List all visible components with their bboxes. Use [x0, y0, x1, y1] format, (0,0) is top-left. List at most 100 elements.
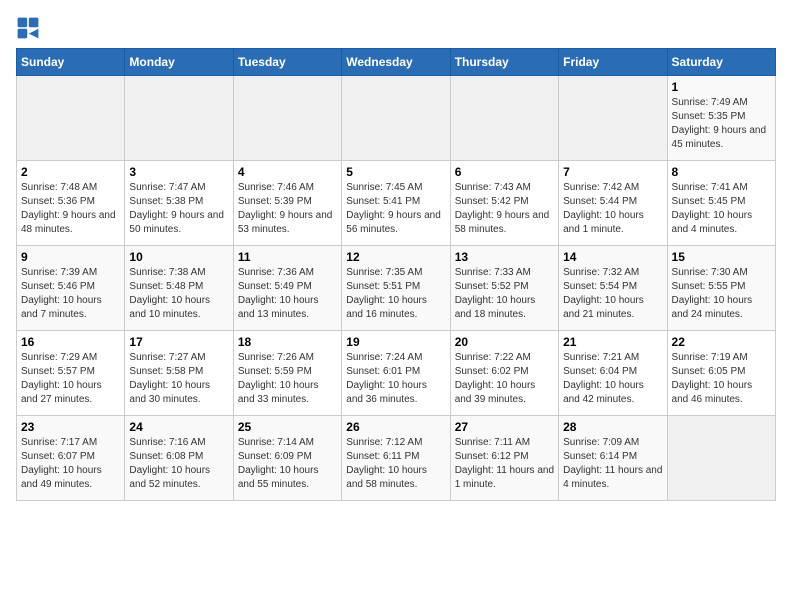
calendar-cell: 27 Sunrise: 7:11 AM Sunset: 6:12 PM Dayli… [450, 416, 558, 501]
day-number: 2 [21, 165, 120, 179]
day-number: 8 [672, 165, 771, 179]
day-number: 28 [563, 420, 662, 434]
day-number: 27 [455, 420, 554, 434]
day-of-week-header: Sunday [17, 49, 125, 76]
calendar-cell: 5 Sunrise: 7:45 AM Sunset: 5:41 PM Daylig… [342, 161, 450, 246]
day-info: Sunrise: 7:38 AM Sunset: 5:48 PM Dayligh… [129, 266, 228, 322]
logo [16, 16, 44, 40]
calendar-cell: 4 Sunrise: 7:46 AM Sunset: 5:39 PM Daylig… [233, 161, 341, 246]
day-number: 20 [455, 335, 554, 349]
calendar-cell: 1Sunrise: 7:49 AM Sunset: 5:35 PM Daylig… [667, 76, 775, 161]
calendar-cell: 12Sunrise: 7:35 AM Sunset: 5:51 PM Dayli… [342, 246, 450, 331]
day-info: Sunrise: 7:19 AM Sunset: 6:05 PM Dayligh… [672, 351, 771, 407]
day-info: Sunrise: 7:46 AM Sunset: 5:39 PM Dayligh… [238, 181, 337, 237]
day-info: Sunrise: 7:41 AM Sunset: 5:45 PM Dayligh… [672, 181, 771, 237]
day-info: Sunrise: 7:36 AM Sunset: 5:49 PM Dayligh… [238, 266, 337, 322]
calendar-week-row: 9 Sunrise: 7:39 AM Sunset: 5:46 PM Daylig… [17, 246, 776, 331]
calendar-cell: 25 Sunrise: 7:14 AM Sunset: 6:09 PM Dayli… [233, 416, 341, 501]
day-number: 15 [672, 250, 771, 264]
day-number: 11 [238, 250, 337, 264]
day-number: 10 [129, 250, 228, 264]
calendar-cell: 21Sunrise: 7:21 AM Sunset: 6:04 PM Dayli… [559, 331, 667, 416]
day-info: Sunrise: 7:39 AM Sunset: 5:46 PM Dayligh… [21, 266, 120, 322]
calendar-cell: 20 Sunrise: 7:22 AM Sunset: 6:02 PM Dayli… [450, 331, 558, 416]
calendar-cell: 11 Sunrise: 7:36 AM Sunset: 5:49 PM Dayli… [233, 246, 341, 331]
day-of-week-header: Tuesday [233, 49, 341, 76]
calendar-table: SundayMondayTuesdayWednesdayThursdayFrid… [16, 48, 776, 501]
calendar-cell: 18Sunrise: 7:26 AM Sunset: 5:59 PM Dayli… [233, 331, 341, 416]
day-info: Sunrise: 7:22 AM Sunset: 6:02 PM Dayligh… [455, 351, 554, 407]
calendar-cell [559, 76, 667, 161]
calendar-cell: 3 Sunrise: 7:47 AM Sunset: 5:38 PM Daylig… [125, 161, 233, 246]
calendar-cell: 28 Sunrise: 7:09 AM Sunset: 6:14 PM Dayli… [559, 416, 667, 501]
calendar-cell: 7 Sunrise: 7:42 AM Sunset: 5:44 PM Daylig… [559, 161, 667, 246]
calendar-week-row: 1Sunrise: 7:49 AM Sunset: 5:35 PM Daylig… [17, 76, 776, 161]
calendar-cell [342, 76, 450, 161]
day-number: 22 [672, 335, 771, 349]
calendar-cell: 2 Sunrise: 7:48 AM Sunset: 5:36 PM Daylig… [17, 161, 125, 246]
day-info: Sunrise: 7:21 AM Sunset: 6:04 PM Dayligh… [563, 351, 662, 407]
calendar-cell: 15 Sunrise: 7:30 AM Sunset: 5:55 PM Dayli… [667, 246, 775, 331]
calendar-cell: 16 Sunrise: 7:29 AM Sunset: 5:57 PM Dayli… [17, 331, 125, 416]
day-number: 6 [455, 165, 554, 179]
day-of-week-header: Friday [559, 49, 667, 76]
calendar-cell [17, 76, 125, 161]
day-info: Sunrise: 7:33 AM Sunset: 5:52 PM Dayligh… [455, 266, 554, 322]
logo-icon [16, 16, 40, 40]
page-header [16, 16, 776, 40]
calendar-header: SundayMondayTuesdayWednesdayThursdayFrid… [17, 49, 776, 76]
calendar-cell: 10 Sunrise: 7:38 AM Sunset: 5:48 PM Dayli… [125, 246, 233, 331]
calendar-cell: 6Sunrise: 7:43 AM Sunset: 5:42 PM Daylig… [450, 161, 558, 246]
day-info: Sunrise: 7:47 AM Sunset: 5:38 PM Dayligh… [129, 181, 228, 237]
calendar-cell [667, 416, 775, 501]
day-of-week-header: Wednesday [342, 49, 450, 76]
calendar-week-row: 23 Sunrise: 7:17 AM Sunset: 6:07 PM Dayli… [17, 416, 776, 501]
calendar-cell: 17 Sunrise: 7:27 AM Sunset: 5:58 PM Dayli… [125, 331, 233, 416]
day-info: Sunrise: 7:09 AM Sunset: 6:14 PM Dayligh… [563, 436, 662, 492]
day-number: 7 [563, 165, 662, 179]
calendar-cell [450, 76, 558, 161]
calendar-cell: 22 Sunrise: 7:19 AM Sunset: 6:05 PM Dayli… [667, 331, 775, 416]
calendar-cell: 9 Sunrise: 7:39 AM Sunset: 5:46 PM Daylig… [17, 246, 125, 331]
calendar-cell [125, 76, 233, 161]
day-number: 24 [129, 420, 228, 434]
day-number: 3 [129, 165, 228, 179]
calendar-cell: 26 Sunrise: 7:12 AM Sunset: 6:11 PM Dayli… [342, 416, 450, 501]
day-info: Sunrise: 7:26 AM Sunset: 5:59 PM Dayligh… [238, 351, 337, 407]
calendar-cell: 24 Sunrise: 7:16 AM Sunset: 6:08 PM Dayli… [125, 416, 233, 501]
day-info: Sunrise: 7:27 AM Sunset: 5:58 PM Dayligh… [129, 351, 228, 407]
calendar-cell [233, 76, 341, 161]
day-info: Sunrise: 7:49 AM Sunset: 5:35 PM Dayligh… [672, 96, 771, 152]
day-info: Sunrise: 7:16 AM Sunset: 6:08 PM Dayligh… [129, 436, 228, 492]
calendar-cell: 19 Sunrise: 7:24 AM Sunset: 6:01 PM Dayli… [342, 331, 450, 416]
day-of-week-header: Monday [125, 49, 233, 76]
day-of-week-header: Saturday [667, 49, 775, 76]
day-info: Sunrise: 7:29 AM Sunset: 5:57 PM Dayligh… [21, 351, 120, 407]
day-number: 16 [21, 335, 120, 349]
day-info: Sunrise: 7:24 AM Sunset: 6:01 PM Dayligh… [346, 351, 445, 407]
day-number: 23 [21, 420, 120, 434]
calendar-cell: 13 Sunrise: 7:33 AM Sunset: 5:52 PM Dayli… [450, 246, 558, 331]
day-number: 4 [238, 165, 337, 179]
day-info: Sunrise: 7:42 AM Sunset: 5:44 PM Dayligh… [563, 181, 662, 237]
day-number: 26 [346, 420, 445, 434]
day-number: 9 [21, 250, 120, 264]
day-info: Sunrise: 7:11 AM Sunset: 6:12 PM Dayligh… [455, 436, 554, 492]
day-number: 14 [563, 250, 662, 264]
day-number: 17 [129, 335, 228, 349]
day-info: Sunrise: 7:14 AM Sunset: 6:09 PM Dayligh… [238, 436, 337, 492]
day-number: 25 [238, 420, 337, 434]
day-info: Sunrise: 7:12 AM Sunset: 6:11 PM Dayligh… [346, 436, 445, 492]
day-info: Sunrise: 7:48 AM Sunset: 5:36 PM Dayligh… [21, 181, 120, 237]
day-number: 13 [455, 250, 554, 264]
day-of-week-header: Thursday [450, 49, 558, 76]
day-number: 5 [346, 165, 445, 179]
day-info: Sunrise: 7:17 AM Sunset: 6:07 PM Dayligh… [21, 436, 120, 492]
day-info: Sunrise: 7:45 AM Sunset: 5:41 PM Dayligh… [346, 181, 445, 237]
calendar-week-row: 16 Sunrise: 7:29 AM Sunset: 5:57 PM Dayli… [17, 331, 776, 416]
calendar-week-row: 2 Sunrise: 7:48 AM Sunset: 5:36 PM Daylig… [17, 161, 776, 246]
day-info: Sunrise: 7:30 AM Sunset: 5:55 PM Dayligh… [672, 266, 771, 322]
day-number: 19 [346, 335, 445, 349]
calendar-body: 1Sunrise: 7:49 AM Sunset: 5:35 PM Daylig… [17, 76, 776, 501]
calendar-cell: 8 Sunrise: 7:41 AM Sunset: 5:45 PM Daylig… [667, 161, 775, 246]
